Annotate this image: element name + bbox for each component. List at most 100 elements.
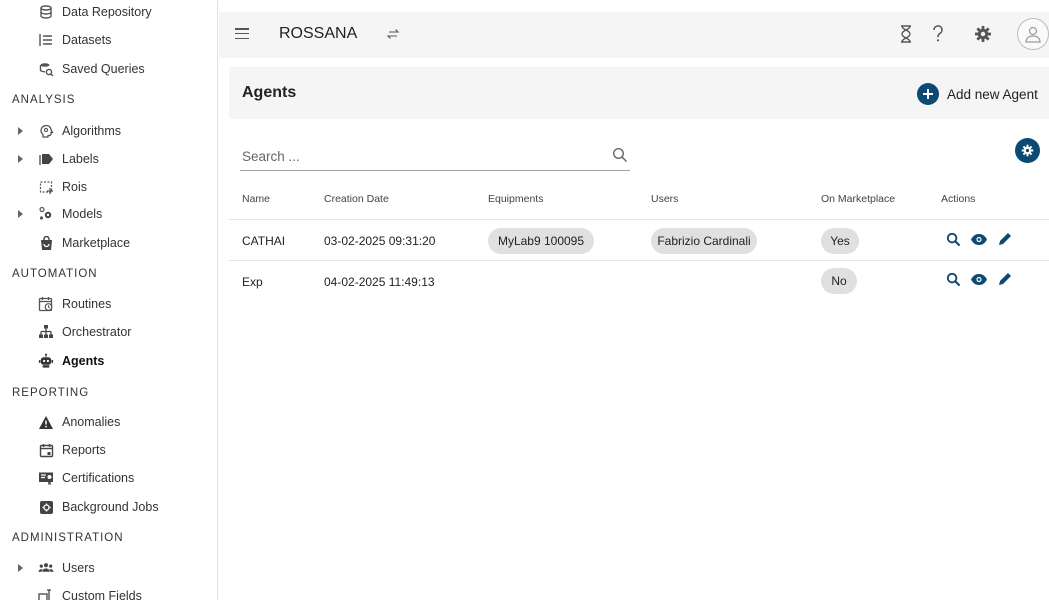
section-title-automation: AUTOMATION bbox=[12, 268, 98, 280]
search-icon[interactable] bbox=[944, 270, 962, 288]
section-title-analysis: ANALYSIS bbox=[12, 94, 76, 106]
section-title-administration: ADMINISTRATION bbox=[12, 532, 124, 544]
swap-icon[interactable] bbox=[385, 26, 401, 42]
user-chip[interactable]: Fabrizio Cardinali bbox=[651, 228, 757, 254]
report-icon bbox=[38, 442, 54, 458]
gear-icon[interactable] bbox=[972, 23, 994, 45]
sidebar-item-orchestrator[interactable]: Orchestrator bbox=[0, 318, 217, 346]
expand-caret-icon[interactable] bbox=[18, 127, 23, 135]
sidebar-item-label: Labels bbox=[62, 152, 99, 166]
sidebar-item-agents[interactable]: Agents bbox=[0, 347, 217, 375]
add-new-agent-label: Add new Agent bbox=[947, 86, 1038, 102]
sidebar-item-label: Users bbox=[62, 561, 95, 575]
page-header: Agents Add new Agent bbox=[229, 67, 1049, 119]
expand-caret-icon[interactable] bbox=[18, 564, 23, 572]
equipment-chip[interactable]: MyLab9 100095 bbox=[488, 228, 594, 254]
database-icon bbox=[38, 4, 54, 20]
sidebar-item-datasets[interactable]: Datasets bbox=[0, 26, 217, 54]
sidebar-item-label: Data Repository bbox=[62, 5, 152, 19]
sidebar-item-reports[interactable]: Reports bbox=[0, 436, 217, 464]
help-icon[interactable] bbox=[927, 23, 949, 45]
sidebar-item-data-repository[interactable]: Data Repository bbox=[0, 0, 217, 26]
edit-icon[interactable] bbox=[996, 230, 1014, 248]
sidebar-item-marketplace[interactable]: Marketplace bbox=[0, 229, 217, 257]
avatar[interactable] bbox=[1017, 18, 1049, 50]
label-icon bbox=[38, 151, 54, 167]
search-icon[interactable] bbox=[612, 147, 628, 163]
sidebar-item-anomalies[interactable]: Anomalies bbox=[0, 408, 217, 436]
sidebar-item-label: Agents bbox=[62, 354, 105, 368]
column-header-users[interactable]: Users bbox=[651, 193, 678, 205]
sidebar-item-label: Models bbox=[62, 207, 103, 221]
orchestrator-icon bbox=[38, 324, 54, 340]
search-input[interactable] bbox=[240, 143, 600, 169]
menu-icon[interactable] bbox=[235, 28, 249, 40]
view-icon[interactable] bbox=[970, 270, 988, 288]
column-header-equipments[interactable]: Equipments bbox=[488, 193, 543, 205]
app-title: ROSSANA bbox=[279, 25, 358, 42]
sidebar-item-custom-fields[interactable]: Custom Fields bbox=[0, 582, 217, 600]
sidebar-item-labels[interactable]: Labels bbox=[0, 145, 217, 173]
sidebar-item-rois[interactable]: Rois bbox=[0, 173, 217, 201]
sidebar: Data Repository Datasets Saved Queries A… bbox=[0, 0, 218, 600]
divider bbox=[229, 219, 1049, 220]
section-title-reporting: REPORTING bbox=[12, 387, 90, 399]
sidebar-item-label: Datasets bbox=[62, 33, 112, 47]
column-header-creation-date[interactable]: Creation Date bbox=[324, 193, 389, 205]
sidebar-item-label: Rois bbox=[62, 180, 88, 194]
list-icon bbox=[38, 32, 54, 48]
user-icon bbox=[1025, 26, 1041, 43]
sidebar-item-label: Reports bbox=[62, 443, 106, 457]
background-jobs-icon bbox=[38, 499, 54, 515]
search-box bbox=[240, 143, 630, 171]
sidebar-item-background-jobs[interactable]: Background Jobs bbox=[0, 493, 217, 521]
sidebar-item-routines[interactable]: Routines bbox=[0, 290, 217, 318]
marketplace-chip: Yes bbox=[821, 228, 859, 254]
cell-name: CATHAI bbox=[242, 234, 286, 248]
agent-icon bbox=[38, 353, 54, 369]
users-icon bbox=[38, 560, 54, 576]
saved-query-icon bbox=[38, 61, 54, 77]
certification-icon bbox=[38, 470, 54, 486]
sidebar-item-certifications[interactable]: Certifications bbox=[0, 464, 217, 492]
cell-creation-date: 04-02-2025 11:49:13 bbox=[324, 275, 435, 289]
sidebar-item-label: Marketplace bbox=[62, 236, 131, 250]
sidebar-item-label: Anomalies bbox=[62, 415, 121, 429]
sidebar-item-label: Custom Fields bbox=[62, 589, 142, 600]
hourglass-icon[interactable] bbox=[895, 23, 917, 45]
sidebar-item-users[interactable]: Users bbox=[0, 554, 217, 582]
page-title: Agents bbox=[242, 84, 297, 101]
add-new-agent-button[interactable]: Add new Agent bbox=[917, 83, 1038, 105]
gear-icon bbox=[1021, 144, 1034, 157]
sidebar-item-algorithms[interactable]: Algorithms bbox=[0, 117, 217, 145]
sidebar-item-label: Certifications bbox=[62, 471, 135, 485]
table-settings-button[interactable] bbox=[1015, 138, 1040, 163]
algorithm-icon bbox=[38, 123, 54, 139]
column-header-name[interactable]: Name bbox=[242, 193, 270, 205]
roi-icon bbox=[38, 179, 54, 195]
cell-creation-date: 03-02-2025 09:31:20 bbox=[324, 234, 436, 248]
custom-fields-icon bbox=[38, 588, 54, 600]
sidebar-item-label: Saved Queries bbox=[62, 62, 145, 76]
sidebar-item-models[interactable]: Models bbox=[0, 200, 217, 228]
marketplace-chip: No bbox=[821, 268, 857, 294]
warning-icon bbox=[38, 414, 54, 430]
divider bbox=[229, 260, 1049, 261]
edit-icon[interactable] bbox=[996, 270, 1014, 288]
models-icon bbox=[38, 206, 54, 222]
marketplace-icon bbox=[38, 235, 54, 251]
sidebar-item-label: Orchestrator bbox=[62, 325, 132, 339]
search-icon[interactable] bbox=[944, 230, 962, 248]
column-header-on-marketplace[interactable]: On Marketplace bbox=[821, 193, 895, 205]
sidebar-item-saved-queries[interactable]: Saved Queries bbox=[0, 55, 217, 83]
cell-name: Exp bbox=[242, 275, 263, 289]
view-icon[interactable] bbox=[970, 230, 988, 248]
sidebar-item-label: Background Jobs bbox=[62, 500, 159, 514]
expand-caret-icon[interactable] bbox=[18, 210, 23, 218]
top-bar: ROSSANA bbox=[219, 12, 1049, 58]
plus-icon bbox=[917, 83, 939, 105]
routine-icon bbox=[38, 296, 54, 312]
sidebar-item-label: Routines bbox=[62, 297, 112, 311]
sidebar-item-label: Algorithms bbox=[62, 124, 122, 138]
expand-caret-icon[interactable] bbox=[18, 155, 23, 163]
